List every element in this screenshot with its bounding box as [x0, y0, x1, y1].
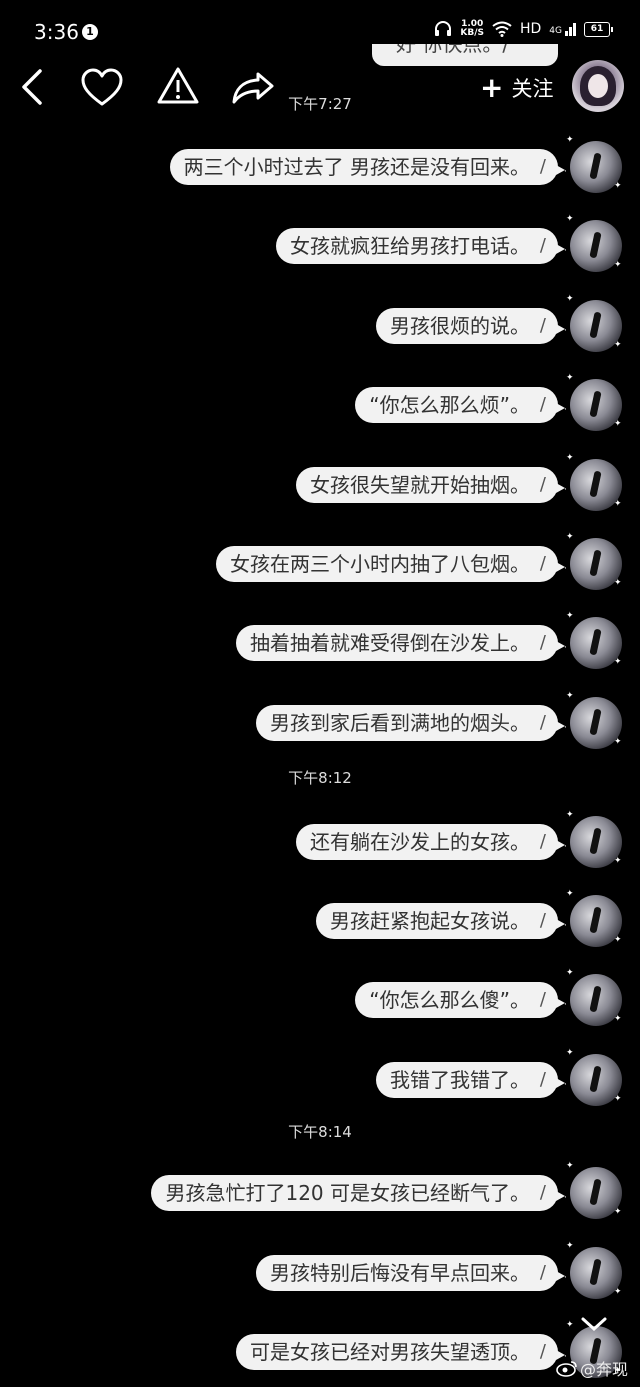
- message-row: 女孩就疯狂给男孩打电话。 / ✦ ✦ ·: [0, 214, 640, 276]
- slash-mark: /: [539, 831, 546, 852]
- message-row: “你怎么那么烦”。 / ✦ ✦ ·: [0, 373, 640, 435]
- sender-avatar[interactable]: ✦ ✦ ·: [564, 453, 622, 511]
- wifi-icon: [492, 21, 512, 37]
- slash-mark: /: [539, 1069, 546, 1090]
- sender-avatar[interactable]: ✦ ✦ ·: [564, 1048, 622, 1106]
- slash-mark: /: [539, 910, 546, 931]
- message-bubble[interactable]: 可是女孩已经对男孩失望透顶。 /: [236, 1334, 565, 1370]
- sender-avatar[interactable]: ✦ ✦ ·: [564, 810, 622, 868]
- net-speed: 1.00 KB/S: [460, 19, 484, 38]
- message-text: 男孩到家后看到满地的烟头。: [270, 711, 530, 735]
- message-row: “你怎么那么傻”。 / ✦ ✦ ·: [0, 968, 640, 1030]
- slash-mark: /: [539, 1182, 546, 1203]
- message-text: 男孩特别后悔没有早点回来。: [270, 1261, 530, 1285]
- slash-mark: /: [539, 553, 546, 574]
- notification-badge: 1: [82, 24, 98, 40]
- message-text: 男孩很烦的说。: [390, 314, 530, 338]
- message-bubble[interactable]: 男孩特别后悔没有早点回来。 /: [256, 1255, 565, 1291]
- sender-avatar[interactable]: ✦ ✦ ·: [564, 1161, 622, 1219]
- battery-icon: 61: [584, 21, 613, 37]
- network-type: HD: [519, 21, 542, 37]
- message-bubble[interactable]: 女孩很失望就开始抽烟。 /: [296, 467, 565, 503]
- message-bubble[interactable]: 女孩在两三个小时内抽了八包烟。 /: [216, 546, 565, 582]
- sender-avatar[interactable]: ✦ ✦ ·: [564, 611, 622, 669]
- message-bubble[interactable]: “你怎么那么烦”。 /: [355, 387, 565, 423]
- message-text: 男孩急忙打了120 可是女孩已经断气了。: [165, 1181, 530, 1205]
- message-text: 男孩赶紧抱起女孩说。: [330, 909, 530, 933]
- headphones-icon: [435, 21, 452, 36]
- message-bubble[interactable]: 男孩很烦的说。 /: [376, 308, 565, 344]
- weibo-icon: [556, 1361, 577, 1377]
- message-text: 可是女孩已经对男孩失望透顶。: [250, 1340, 530, 1364]
- message-text: 还有躺在沙发上的女孩。: [310, 830, 530, 854]
- sender-avatar[interactable]: ✦ ✦ ·: [564, 373, 622, 431]
- message-text: “你怎么那么傻”。: [369, 988, 530, 1012]
- sender-avatar[interactable]: ✦ ✦ ·: [564, 889, 622, 947]
- slash-mark: /: [539, 156, 546, 177]
- message-bubble[interactable]: 还有躺在沙发上的女孩。 /: [296, 824, 565, 860]
- status-time: 3:36: [34, 20, 79, 44]
- message-bubble[interactable]: 抽着抽着就难受得倒在沙发上。 /: [236, 625, 565, 661]
- slash-mark: /: [539, 712, 546, 733]
- message-bubble[interactable]: 男孩到家后看到满地的烟头。 /: [256, 705, 565, 741]
- message-text: 抽着抽着就难受得倒在沙发上。: [250, 631, 530, 655]
- sender-avatar[interactable]: ✦ ✦ ·: [564, 294, 622, 352]
- message-bubble[interactable]: 女孩就疯狂给男孩打电话。 /: [276, 228, 565, 264]
- message-row: 两三个小时过去了 男孩还是没有回来。 / ✦ ✦ ·: [0, 135, 640, 197]
- message-row: 男孩急忙打了120 可是女孩已经断气了。 / ✦ ✦ ·: [0, 1161, 640, 1223]
- message-text: 女孩就疯狂给男孩打电话。: [290, 234, 530, 258]
- message-row: 男孩赶紧抱起女孩说。 / ✦ ✦ ·: [0, 889, 640, 951]
- timestamp: 下午8:14: [288, 1123, 352, 1141]
- message-bubble[interactable]: 两三个小时过去了 男孩还是没有回来。 /: [169, 149, 566, 185]
- slash-mark: /: [539, 632, 546, 653]
- slash-mark: /: [539, 474, 546, 495]
- signal-icon: 4G: [549, 22, 576, 36]
- sender-avatar[interactable]: ✦ ✦ ·: [564, 214, 622, 272]
- slash-mark: /: [539, 1341, 546, 1362]
- watermark: @奔现: [556, 1356, 628, 1380]
- sender-avatar[interactable]: ✦ ✦ ·: [564, 532, 622, 590]
- slash-mark: /: [539, 315, 546, 336]
- message-bubble[interactable]: “你怎么那么傻”。 /: [355, 982, 565, 1018]
- message-row: 男孩到家后看到满地的烟头。 / ✦ ✦ ·: [0, 691, 640, 753]
- status-icons: 1.00 KB/S HD 4G 61: [434, 19, 613, 38]
- message-row: 抽着抽着就难受得倒在沙发上。 / ✦ ✦ ·: [0, 611, 640, 673]
- message-text: 女孩很失望就开始抽烟。: [310, 473, 530, 497]
- slash-mark: /: [539, 989, 546, 1010]
- sender-avatar[interactable]: ✦ ✦ ·: [564, 968, 622, 1026]
- sender-avatar[interactable]: ✦ ✦ ·: [564, 135, 622, 193]
- message-row: 女孩很失望就开始抽烟。 / ✦ ✦ ·: [0, 453, 640, 515]
- message-bubble[interactable]: 男孩急忙打了120 可是女孩已经断气了。 /: [151, 1175, 565, 1211]
- slash-mark: /: [539, 1262, 546, 1283]
- message-bubble[interactable]: 男孩赶紧抱起女孩说。 /: [316, 903, 565, 939]
- timestamp: 下午8:12: [288, 769, 352, 787]
- message-text: “你怎么那么烦”。: [369, 393, 530, 417]
- message-row: 还有躺在沙发上的女孩。 / ✦ ✦ ·: [0, 810, 640, 872]
- message-row: 男孩很烦的说。 / ✦ ✦ ·: [0, 294, 640, 356]
- message-bubble[interactable]: 我错了我错了。 /: [376, 1062, 565, 1098]
- message-text: 我错了我错了。: [390, 1068, 530, 1092]
- slash-mark: /: [539, 394, 546, 415]
- message-row: 可是女孩已经对男孩失望透顶。 / ✦ ✦ ·: [0, 1320, 640, 1382]
- message-text: 女孩在两三个小时内抽了八包烟。: [230, 552, 530, 576]
- timestamp: 下午7:27: [288, 95, 352, 113]
- message-row: 女孩在两三个小时内抽了八包烟。 / ✦ ✦ ·: [0, 532, 640, 594]
- message-row: 男孩特别后悔没有早点回来。 / ✦ ✦ ·: [0, 1241, 640, 1303]
- sender-avatar[interactable]: ✦ ✦ ·: [564, 691, 622, 749]
- slash-mark: /: [539, 235, 546, 256]
- chevron-down-icon[interactable]: [580, 1316, 608, 1334]
- message-row: 我错了我错了。 / ✦ ✦ ·: [0, 1048, 640, 1110]
- message-text: 两三个小时过去了 男孩还是没有回来。: [183, 155, 530, 179]
- sender-avatar[interactable]: ✦ ✦ ·: [564, 1241, 622, 1299]
